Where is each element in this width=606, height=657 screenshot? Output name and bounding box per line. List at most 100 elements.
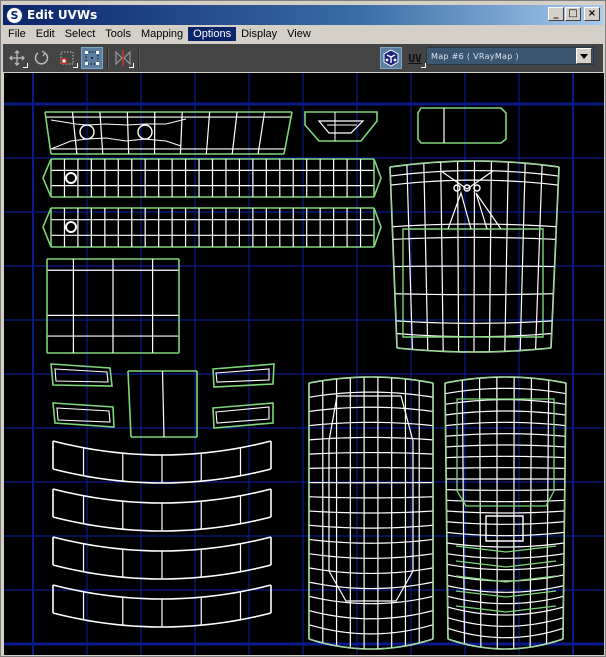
- uv-edge: [127, 370, 132, 438]
- uv-edge: [308, 510, 434, 514]
- uv-fan: [50, 137, 182, 150]
- uv-edge: [308, 595, 434, 605]
- uv-shell-front-cover[interactable]: [444, 376, 567, 650]
- uv-edge: [308, 496, 434, 499]
- move-button[interactable]: [6, 47, 28, 69]
- uv-axis-icon: UV: [408, 51, 422, 65]
- freeform-button[interactable]: [81, 47, 103, 69]
- uv-edge: [308, 467, 434, 469]
- show-map-button[interactable]: [380, 47, 402, 69]
- uv-shell-top-strip[interactable]: [44, 111, 293, 155]
- minimize-button[interactable]: _: [548, 7, 564, 21]
- uv-editor-viewport[interactable]: [4, 73, 604, 655]
- uv-edge: [478, 378, 482, 648]
- toolbar: UV Map #6 ( VRayMap ): [3, 44, 603, 72]
- uv-shell-key: [52, 402, 115, 428]
- freeform-icon: [85, 51, 99, 65]
- uv-shell-key: [215, 406, 270, 424]
- uv-meshes[interactable]: [42, 107, 567, 650]
- uv-shell-keypad-row[interactable]: [52, 584, 272, 628]
- uv-edge: [161, 370, 165, 438]
- uv-edge: [446, 531, 565, 537]
- uv-edge: [529, 378, 533, 648]
- uv-edge: [99, 111, 104, 155]
- flyout-indicator: [23, 63, 28, 68]
- uv-hole: [137, 124, 153, 140]
- uv-canvas[interactable]: [4, 73, 604, 655]
- uv-edge: [308, 436, 434, 441]
- uv-shell-dpad[interactable]: [127, 370, 198, 438]
- uv-key-cutout: [485, 515, 524, 542]
- uv-shell-key: [50, 363, 113, 387]
- uv-shell-key: [212, 363, 275, 388]
- uv-shell-side-strip-b[interactable]: [50, 207, 375, 248]
- close-button[interactable]: ×: [584, 7, 600, 21]
- flyout-indicator: [129, 63, 134, 68]
- scale-button[interactable]: [56, 47, 78, 69]
- uv-hole: [65, 221, 77, 233]
- uv-hole: [65, 172, 77, 184]
- uv-edge: [445, 455, 566, 459]
- uv-edge: [308, 609, 434, 620]
- uv-edge: [308, 553, 434, 559]
- show-map-icon: [383, 49, 399, 67]
- uv-edge: [308, 567, 434, 575]
- uv-strip-cap: [373, 207, 382, 248]
- uv-edge: [446, 510, 565, 514]
- uv-edge: [308, 538, 434, 544]
- uv-edge: [205, 111, 211, 155]
- chevron-down-icon: [580, 53, 588, 59]
- menu-tools[interactable]: Tools: [100, 27, 136, 41]
- menu-bar: File Edit Select Tools Mapping Options D…: [3, 25, 603, 43]
- toolbar-separator: [138, 47, 140, 69]
- uv-fan: [50, 118, 187, 126]
- uv-edge: [445, 467, 566, 469]
- uv-edge: [446, 499, 565, 503]
- flyout-indicator: [73, 63, 78, 68]
- app-icon: S: [6, 6, 23, 24]
- uv-edge: [52, 440, 272, 456]
- uv-shell-keypad-row[interactable]: [52, 536, 272, 580]
- uv-shell-side-strip-a[interactable]: [50, 158, 375, 198]
- dropdown-arrow-button[interactable]: [576, 48, 592, 64]
- uv-shell-keypad-row[interactable]: [52, 440, 272, 484]
- uv-strip-cap: [373, 158, 382, 198]
- rotate-button[interactable]: [31, 47, 53, 69]
- menu-mapping[interactable]: Mapping: [136, 27, 188, 41]
- mirror-button[interactable]: [112, 47, 134, 69]
- menu-display[interactable]: Display: [236, 27, 282, 41]
- menu-view[interactable]: View: [282, 27, 316, 41]
- uv-strip-cap: [42, 207, 52, 248]
- uv-edge: [445, 399, 566, 405]
- window-controls: _ □ ×: [548, 7, 600, 21]
- uv-edge: [445, 433, 566, 437]
- window-title: Edit UVWs: [27, 8, 98, 22]
- uv-edge: [445, 387, 566, 395]
- uv-shell-back-panel[interactable]: [46, 258, 180, 354]
- maximize-button[interactable]: □: [565, 7, 581, 21]
- uv-edge: [231, 111, 238, 155]
- uv-shell-earpiece: [304, 111, 378, 142]
- uv-edge: [308, 524, 434, 529]
- uv-edge: [179, 111, 183, 155]
- menu-options[interactable]: Options: [188, 27, 237, 41]
- uv-shell-back-cover[interactable]: [308, 376, 434, 650]
- texture-map-value: Map #6 ( VRayMap ): [431, 51, 519, 61]
- menu-edit[interactable]: Edit: [31, 27, 60, 41]
- uv-edge: [445, 444, 566, 448]
- uv-edge: [257, 111, 266, 155]
- uv-axis-button[interactable]: UV: [404, 47, 426, 69]
- uv-edge: [308, 624, 434, 635]
- menu-file[interactable]: File: [3, 27, 31, 41]
- edit-uvws-window: S Edit UVWs _ □ × File Edit Select Tools…: [0, 0, 606, 657]
- uv-shell-button-top: [417, 107, 507, 144]
- uv-seam-key: [455, 560, 557, 568]
- uv-edge: [52, 488, 272, 504]
- menu-select[interactable]: Select: [60, 27, 101, 41]
- uv-edge: [308, 581, 434, 590]
- uv-shell-keypad-row[interactable]: [52, 488, 272, 532]
- texture-map-dropdown[interactable]: Map #6 ( VRayMap ): [426, 47, 594, 65]
- uv-inner-contour: [328, 395, 414, 602]
- uv-edge: [71, 111, 78, 155]
- title-bar[interactable]: S Edit UVWs _ □ ×: [3, 5, 603, 25]
